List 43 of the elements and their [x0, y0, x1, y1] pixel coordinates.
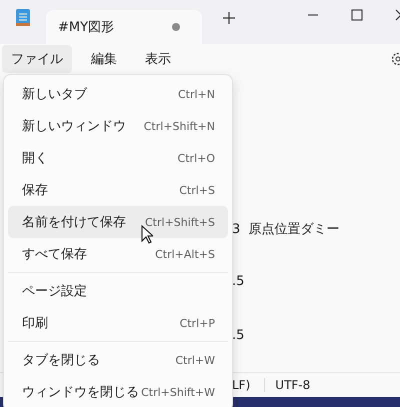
mouse-pointer-icon: [141, 225, 153, 244]
status-item: UTF-8: [264, 378, 324, 392]
shortcut-label: Ctrl+Alt+S: [155, 248, 215, 260]
menu-item-label: 開く: [22, 150, 48, 167]
menu-item-label: 新しいタブ: [22, 86, 87, 103]
text-line: .5: [232, 274, 246, 291]
menu-item-label: すべて保存: [22, 246, 87, 263]
notepad-icon: [16, 8, 30, 26]
shortcut-label: Ctrl+Shift+S: [145, 216, 215, 228]
status-item: LF): [232, 378, 252, 392]
new-tab-icon[interactable]: [222, 11, 236, 25]
shortcut-label: Ctrl+Shift+N: [144, 120, 215, 132]
menu-item[interactable]: タブを閉じる Ctrl+W: [8, 344, 228, 376]
menu-item[interactable]: ウィンドウを閉じる Ctrl+Shift+W: [8, 376, 228, 407]
text-line: .5: [232, 328, 246, 345]
shortcut-label: Ctrl+W: [175, 354, 215, 366]
menu-item[interactable]: 新しいウィンドウ Ctrl+Shift+N: [8, 110, 228, 142]
menu-item-label: ウィンドウを閉じる: [22, 384, 139, 401]
menu-bar-item[interactable]: ファイル: [2, 45, 72, 73]
menu-item[interactable]: ページ設定: [8, 275, 228, 307]
menu-bar-item[interactable]: 編集: [82, 45, 126, 73]
menu-item[interactable]: すべて保存 Ctrl+Alt+S: [8, 238, 228, 270]
menu-item[interactable]: 名前を付けて保存 Ctrl+Shift+S: [8, 206, 228, 238]
document-tab[interactable]: #MY図形: [46, 10, 202, 44]
menu-item[interactable]: 新しいタブ Ctrl+N: [8, 78, 228, 110]
text-line: 3 原点位置ダミー: [232, 221, 341, 239]
shortcut-label: Ctrl+N: [178, 88, 215, 100]
menu-item-label: 新しいウィンドウ: [22, 118, 126, 135]
shortcut-label: Ctrl+S: [179, 184, 215, 196]
menu-item[interactable]: 保存 Ctrl+S: [8, 174, 228, 206]
menu-bar-item[interactable]: 表示: [136, 45, 180, 73]
maximize-icon[interactable]: [350, 8, 364, 22]
tab-title: #MY図形: [58, 19, 116, 36]
menu-item-label: 名前を付けて保存: [22, 214, 126, 231]
shortcut-label: Ctrl+P: [180, 316, 215, 330]
menu-item-label: ページ設定: [22, 283, 87, 300]
menu-item-label: タブを閉じる: [22, 352, 100, 369]
menu-item-label: 保存: [22, 182, 48, 199]
menu-item[interactable]: 開く Ctrl+O: [8, 142, 228, 174]
shortcut-label: Ctrl+O: [178, 152, 215, 164]
shortcut-label: Ctrl+Shift+W: [141, 386, 215, 398]
menu-item-label: 印刷: [22, 315, 48, 332]
menu-item[interactable]: 印刷 Ctrl+P: [8, 307, 228, 339]
